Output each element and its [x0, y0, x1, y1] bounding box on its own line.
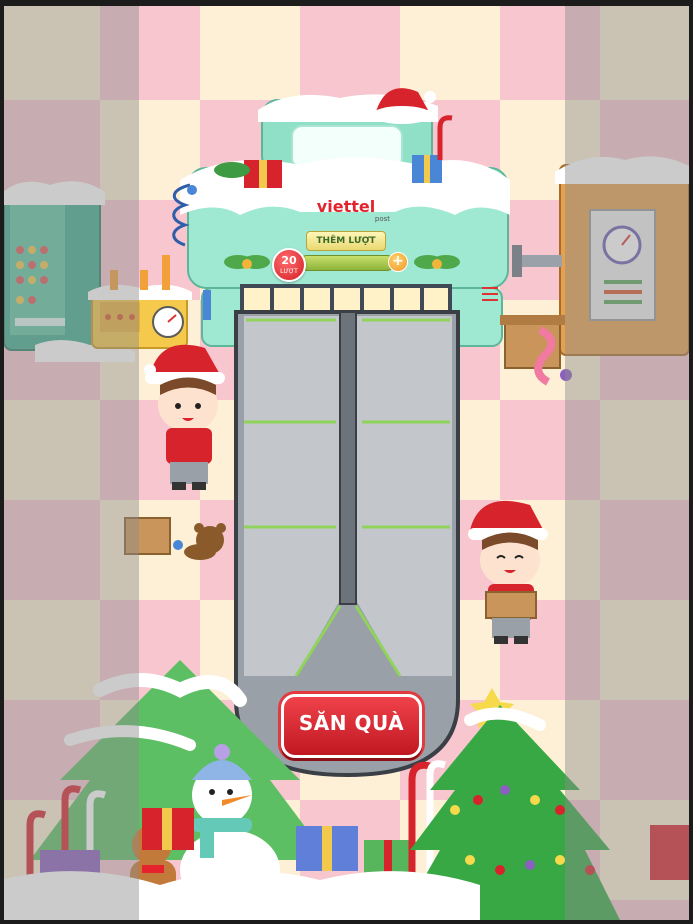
left-boy-character: [144, 344, 225, 490]
hunt-gift-button[interactable]: SĂN QUÀ: [281, 694, 422, 758]
brand-logo-sub: post: [374, 215, 390, 223]
add-turns-button[interactable]: +: [388, 252, 408, 272]
turns-count: 20: [281, 254, 297, 267]
left-overlay: [4, 6, 139, 920]
turns-unit: LƯỢT: [280, 268, 298, 275]
frame-right: [689, 0, 693, 924]
brand-logo: viettel: [316, 197, 376, 216]
turns-badge: 20 LƯỢT: [272, 248, 306, 282]
teddy-bear-icon: [124, 517, 226, 560]
candy-cane-icon: [437, 115, 453, 160]
right-boy-character: [468, 500, 548, 644]
right-overlay: [565, 6, 689, 920]
turns-progress-bar: [300, 255, 394, 271]
more-turns-button[interactable]: THÊM LƯỢT: [306, 231, 386, 251]
frame-bottom: [0, 920, 693, 924]
